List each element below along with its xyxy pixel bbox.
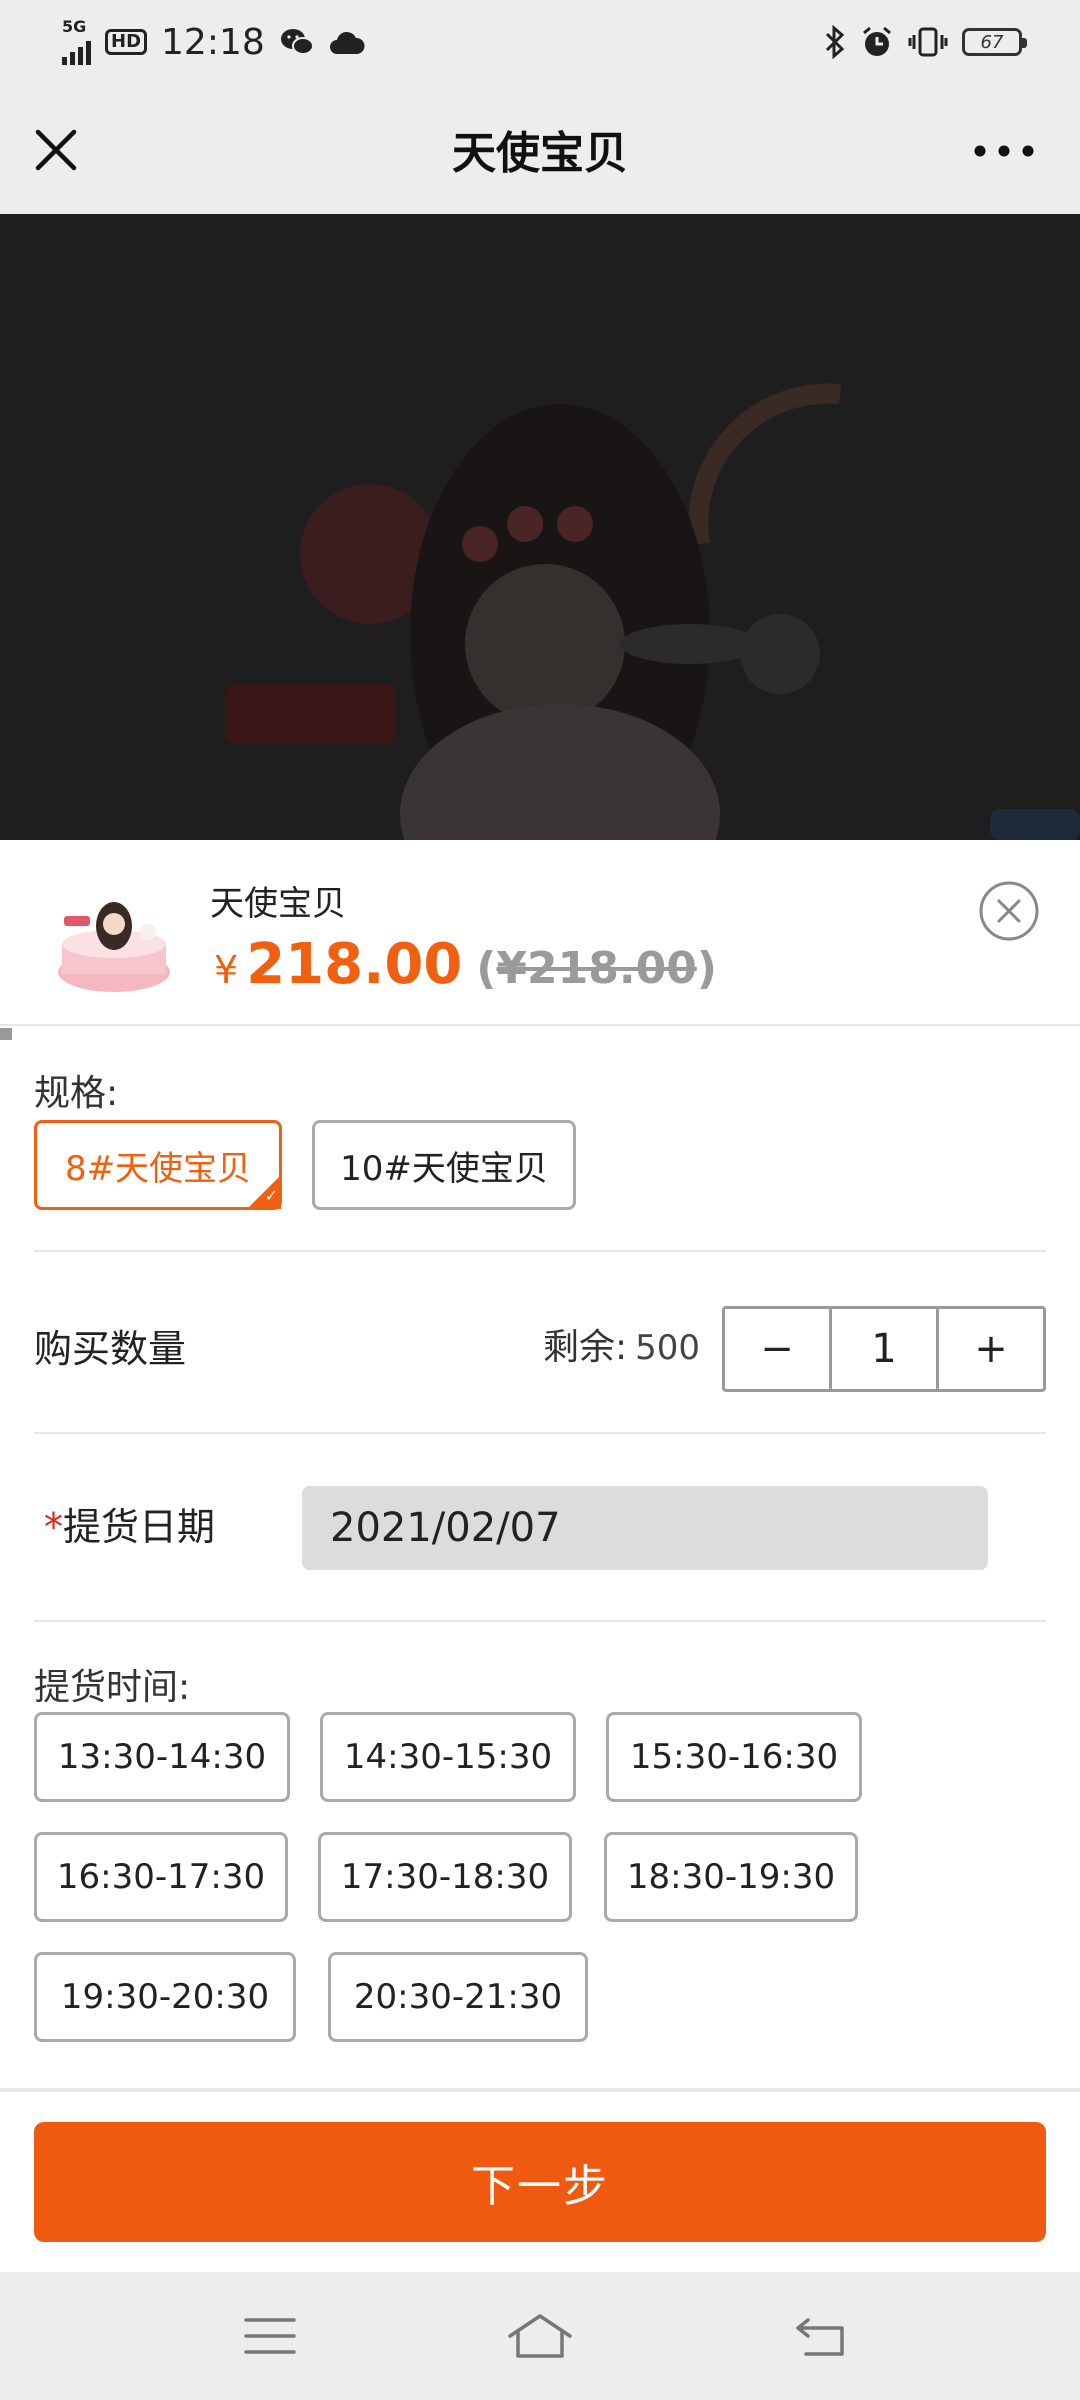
check-icon: ✓ — [264, 1186, 278, 1205]
pickup-time-label: 提货时间: — [34, 1667, 191, 1708]
title-bar: 天使宝贝 — [0, 84, 1080, 214]
network-indicator: 5G — [62, 19, 91, 65]
original-price-value: ¥218.00 — [496, 943, 697, 994]
divider — [34, 1620, 1046, 1622]
pickup-date-label: *提货日期 — [44, 1496, 215, 1551]
divider — [34, 1250, 1046, 1252]
time-slot[interactable]: 15:30-16:30 — [606, 1712, 862, 1802]
quantity-label: 购买数量 — [34, 1327, 187, 1371]
spec-option-8[interactable]: 8#天使宝贝 ✓ — [34, 1120, 282, 1210]
wechat-icon — [280, 29, 314, 55]
back-icon[interactable] — [792, 2308, 852, 2364]
original-price-close: ) — [696, 943, 717, 994]
product-image — [0, 214, 1080, 840]
clock: 12:18 — [161, 21, 265, 63]
sheet-close-icon[interactable] — [978, 880, 1040, 942]
footer-divider — [0, 2088, 1080, 2092]
time-slot[interactable]: 16:30-17:30 — [34, 1832, 288, 1922]
price-row: ¥ 218.00 (¥218.00) — [214, 932, 717, 997]
increment-button[interactable]: + — [936, 1309, 1043, 1389]
purchase-sheet: 天使宝贝 ¥ 218.00 (¥218.00) 规格: 8#天使宝贝 ✓ 10#… — [0, 840, 1080, 2272]
quantity-value[interactable]: 1 — [829, 1309, 936, 1389]
menu-icon[interactable] — [240, 2308, 300, 2364]
time-slot[interactable]: 20:30-21:30 — [328, 1952, 588, 2042]
currency-symbol: ¥ — [214, 948, 239, 992]
status-bar: 5G HD 12:18 67 — [0, 0, 1080, 84]
time-slot[interactable]: 13:30-14:30 — [34, 1712, 290, 1802]
time-slot[interactable]: 18:30-19:30 — [604, 1832, 858, 1922]
spec-label: 规格: — [34, 1073, 119, 1114]
product-summary: 天使宝贝 ¥ 218.00 (¥218.00) — [0, 840, 1080, 1026]
network-type: 5G — [62, 17, 87, 36]
stock-info: 剩余: 500 — [543, 1318, 700, 1370]
time-slot[interactable]: 19:30-20:30 — [34, 1952, 296, 2042]
cloud-icon — [329, 31, 365, 54]
more-icon[interactable] — [968, 136, 1040, 166]
stock-value: 500 — [635, 1328, 700, 1368]
vibrate-icon — [908, 27, 948, 57]
page-title: 天使宝贝 — [452, 128, 628, 179]
battery-icon: 67 — [962, 28, 1027, 56]
product-thumbnail — [58, 902, 170, 992]
quantity-stepper: − 1 + — [722, 1306, 1046, 1392]
home-icon[interactable] — [504, 2308, 576, 2364]
alarm-icon — [863, 26, 891, 56]
product-name: 天使宝贝 — [210, 884, 346, 924]
pickup-date-text: 提货日期 — [63, 1505, 216, 1549]
stock-label: 剩余: — [542, 1327, 628, 1368]
time-slot[interactable]: 14:30-15:30 — [320, 1712, 576, 1802]
scroll-indicator — [0, 1028, 12, 1040]
original-price-open: ( — [476, 943, 497, 994]
system-nav-bar — [0, 2272, 1080, 2400]
spec-option-label: 10#天使宝贝 — [340, 1148, 548, 1189]
original-price: (¥218.00) — [476, 943, 717, 994]
divider — [34, 1432, 1046, 1434]
bluetooth-icon — [825, 25, 845, 59]
required-mark: * — [44, 1505, 63, 1549]
product-banner-overlay[interactable] — [0, 214, 1080, 840]
spec-option-10[interactable]: 10#天使宝贝 — [312, 1120, 576, 1210]
status-right: 67 — [824, 25, 1027, 59]
current-price: 218.00 — [246, 932, 463, 997]
pickup-date-field[interactable]: 2021/02/07 — [302, 1486, 988, 1570]
time-slot[interactable]: 17:30-18:30 — [318, 1832, 572, 1922]
status-left: 5G HD 12:18 — [62, 19, 365, 65]
next-step-button[interactable]: 下一步 — [34, 2122, 1046, 2242]
signal-icon — [62, 35, 91, 65]
close-icon[interactable] — [30, 124, 82, 176]
decrement-button[interactable]: − — [725, 1309, 829, 1389]
battery-level: 67 — [980, 31, 1004, 53]
hd-icon: HD — [105, 29, 148, 55]
spec-option-label: 8#天使宝贝 — [64, 1148, 252, 1189]
